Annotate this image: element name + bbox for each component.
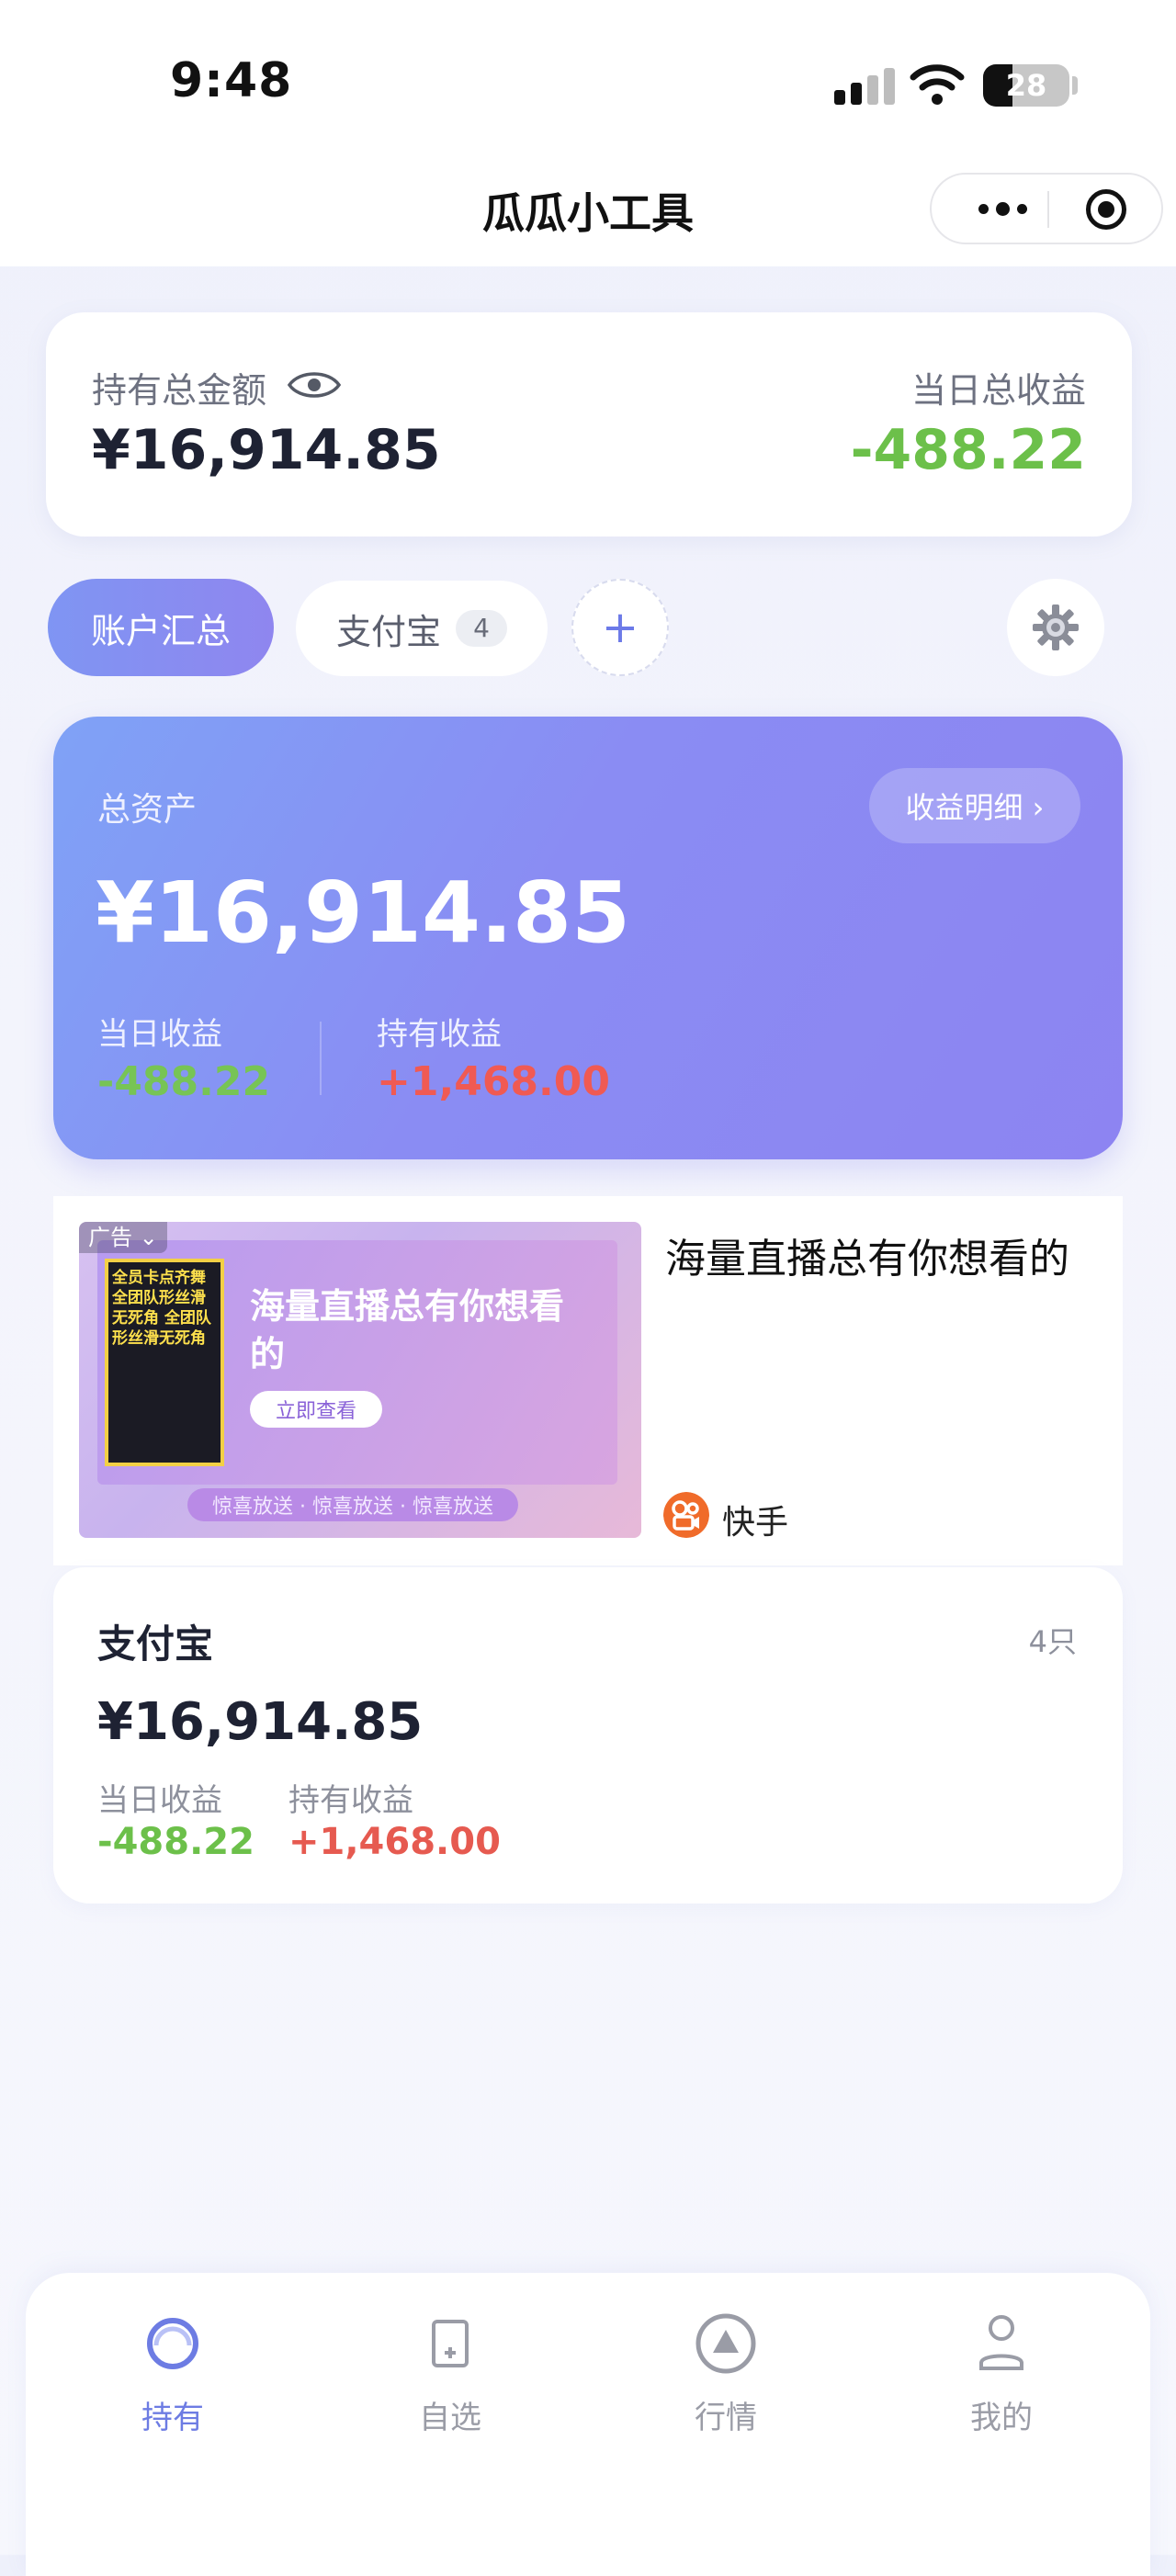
tab-alipay-label: 支付宝 [335,611,441,652]
asset-daily-gain-label: 当日收益 [97,1016,222,1053]
tab-account-summary[interactable]: 账户汇总 [48,579,274,676]
total-asset-value: ¥16,914.85 [96,864,631,962]
wifi-icon [910,64,965,105]
watchlist-icon [418,2311,482,2376]
profile-icon [969,2311,1034,2376]
asset-holding-gain-value: +1,468.00 [377,1058,610,1105]
status-time: 9:48 [170,53,293,108]
tabbar-label-watchlist: 自选 [419,2400,481,2436]
market-icon [694,2311,758,2376]
eye-icon[interactable] [287,366,342,404]
close-miniprogram-icon[interactable] [1086,189,1126,230]
ad-image[interactable]: 全员卡点齐舞 全团队形丝滑无死角 全团队形丝滑无死角 海量直播总有你想看的 立即… [79,1222,641,1538]
capsule-divider [1047,191,1049,228]
tabbar-item-market[interactable]: 行情 [634,2308,818,2455]
plus-icon: + [601,602,639,653]
account-holding-gain-label: 持有收益 [288,1782,413,1819]
ad-title[interactable]: 海量直播总有你想看的 [665,1226,1069,1284]
account-value: ¥16,914.85 [97,1692,424,1752]
cellular-signal-icon [834,68,895,105]
account-name: 支付宝 [97,1621,214,1666]
asset-holding-gain-label: 持有收益 [377,1016,502,1053]
tabbar-item-profile[interactable]: 我的 [910,2308,1093,2455]
battery-icon: 28 [983,64,1069,107]
ad-watch-button[interactable]: 立即查看 [250,1391,382,1428]
settings-button[interactable] [1007,579,1104,676]
ad-poster: 全员卡点齐舞 全团队形丝滑无死角 全团队形丝滑无死角 [105,1259,224,1466]
total-holding-label: 持有总金额 [92,370,267,411]
earnings-detail-label: 收益明细 › [905,790,1045,825]
gear-icon [1033,604,1079,650]
tabbar-label-holdings: 持有 [141,2400,204,2436]
account-daily-gain-label: 当日收益 [97,1782,222,1819]
ad-image-headline: 海量直播总有你想看的 [250,1286,565,1374]
total-holding-value: ¥16,914.85 [92,418,441,482]
battery-tip [1072,76,1078,95]
battery-level: 28 [1005,68,1047,103]
tab-alipay-count-badge: 4 [456,610,507,647]
total-asset-label: 总资产 [97,791,198,829]
more-options-icon[interactable] [961,175,1044,243]
tab-alipay[interactable]: 支付宝 4 [296,581,548,676]
earnings-detail-button[interactable]: 收益明细 › [869,768,1080,843]
tabbar-item-holdings[interactable]: 持有 [81,2308,265,2455]
daily-total-gain-label: 当日总收益 [910,370,1086,411]
tab-account-summary-label: 账户汇总 [90,610,231,651]
account-daily-gain-value: -488.22 [97,1821,254,1863]
kuaishou-logo-icon [663,1492,709,1538]
ad-ribbon: 惊喜放送 · 惊喜放送 · 惊喜放送 [187,1488,518,1521]
tabbar-item-watchlist[interactable]: 自选 [358,2308,542,2455]
account-fund-count: 4只 [1028,1624,1077,1659]
ad-poster-text: 全员卡点齐舞 全团队形丝滑无死角 全团队形丝滑无死角 [112,1269,211,1348]
asset-divider [320,1022,322,1095]
account-holding-gain-value: +1,468.00 [288,1821,501,1863]
asset-daily-gain-value: -488.22 [97,1058,271,1105]
daily-total-gain-value: -488.22 [850,418,1086,482]
miniprogram-capsule [930,173,1163,244]
tabbar-label-market: 行情 [695,2400,757,2436]
holdings-icon [141,2311,205,2376]
tabbar-label-profile: 我的 [970,2400,1033,2436]
ad-advertiser: 快手 [722,1504,789,1542]
add-account-button[interactable]: + [571,579,669,676]
ad-tag[interactable]: 广告 ⌄ [79,1222,167,1253]
